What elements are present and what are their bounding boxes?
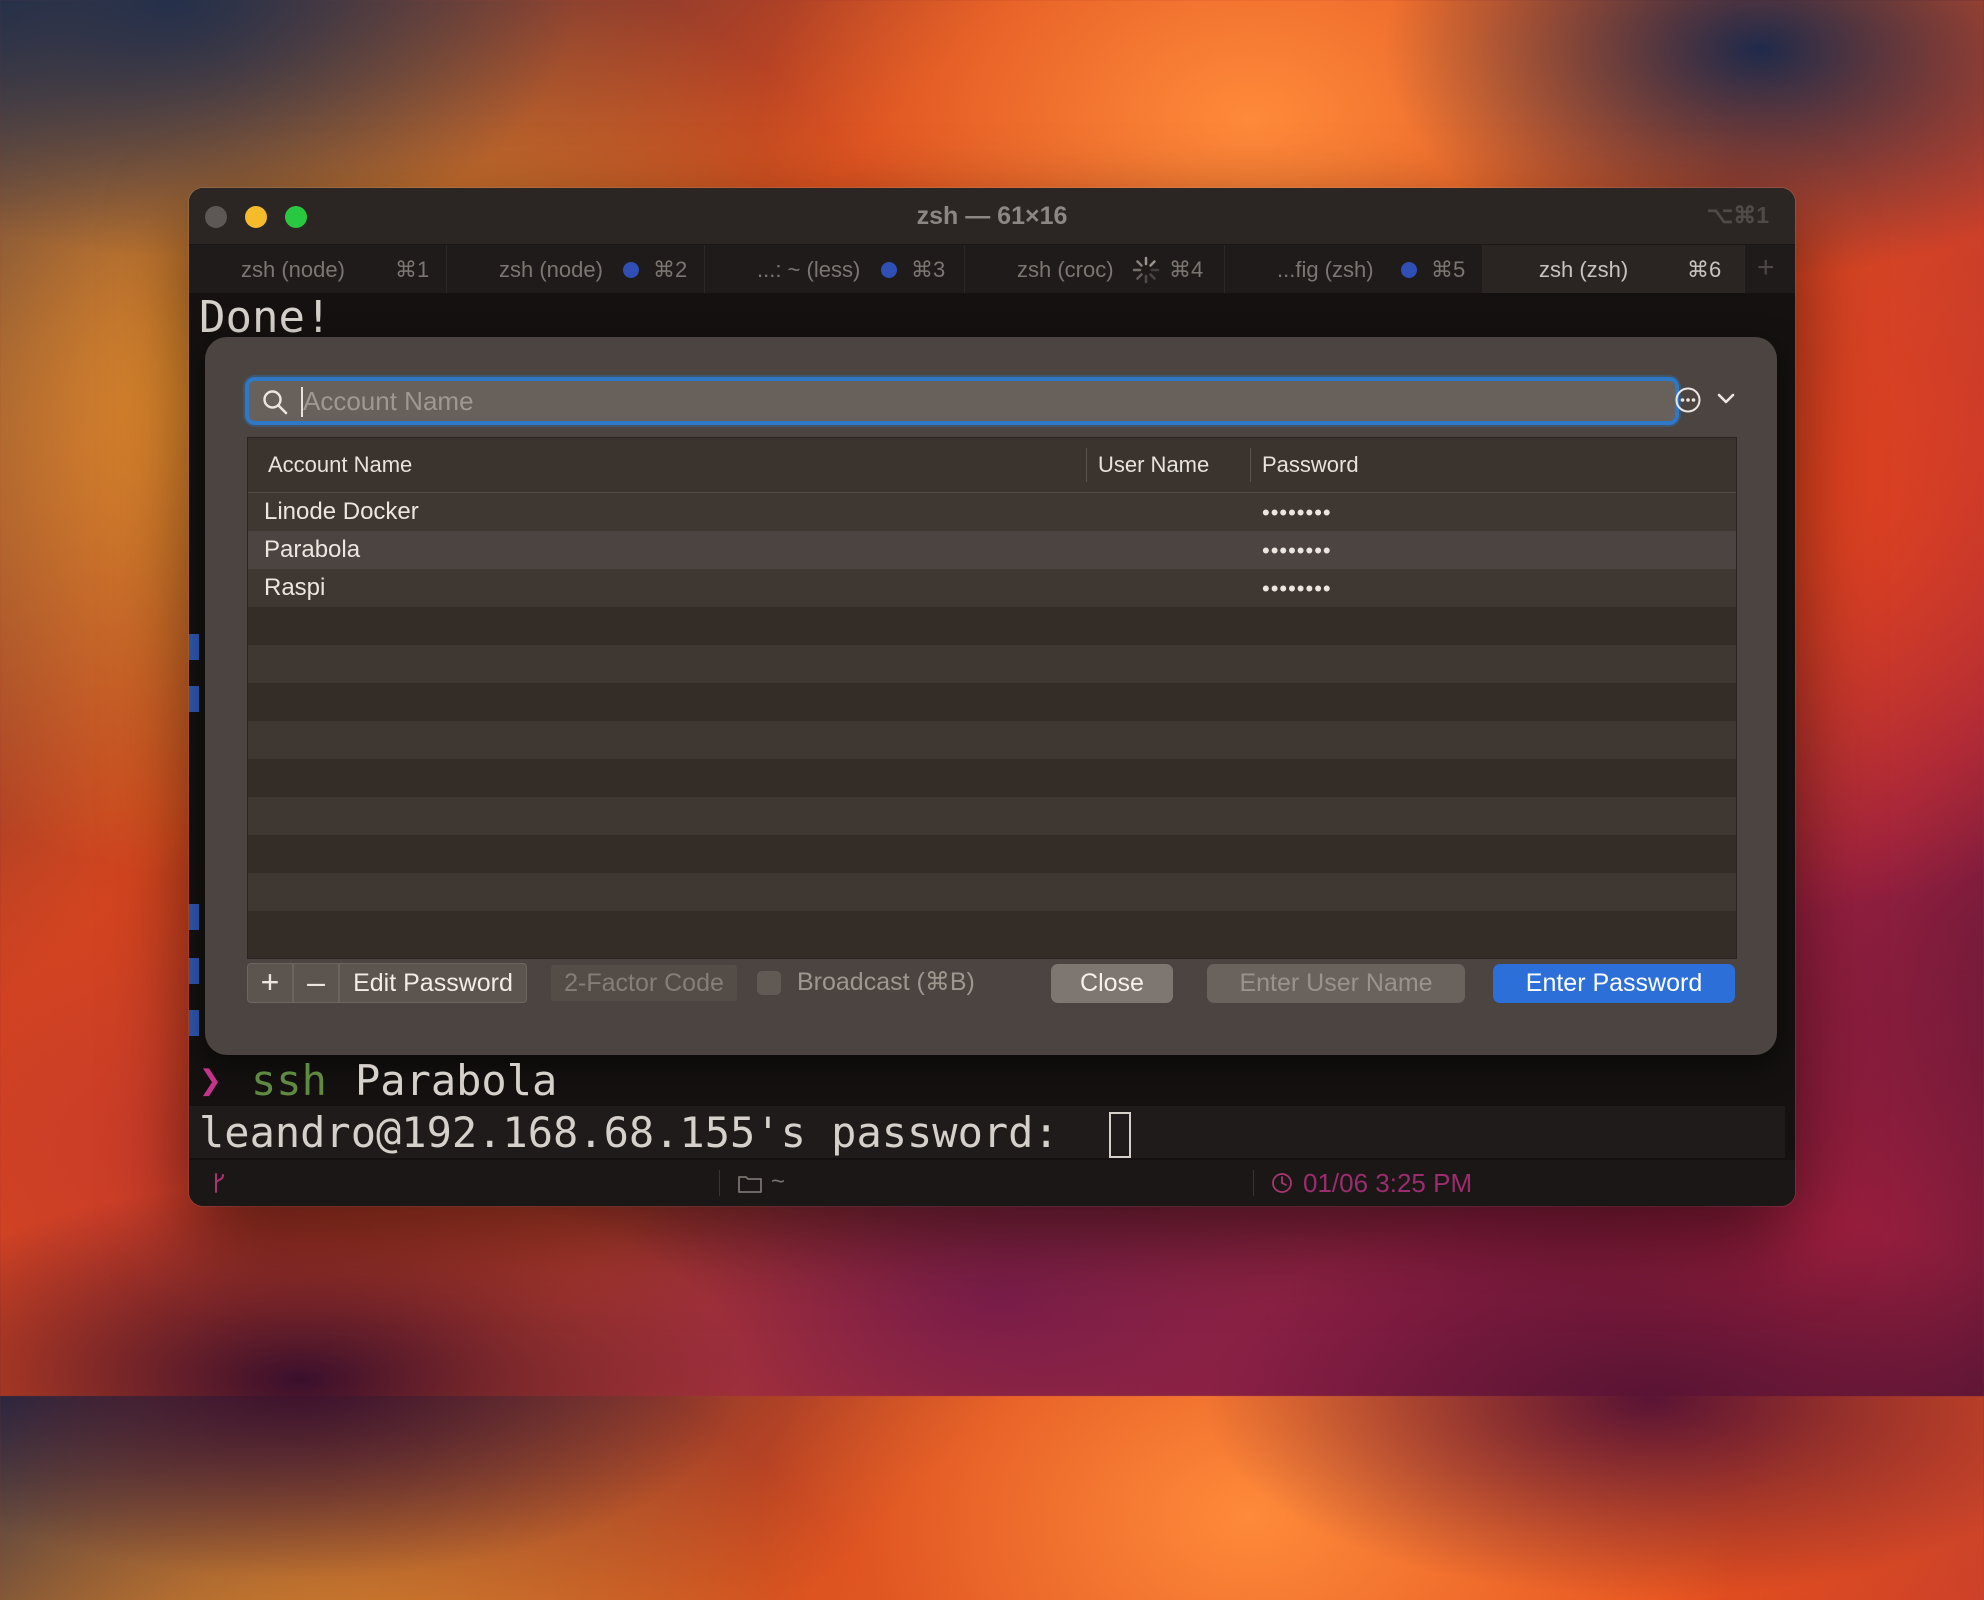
password-prompt-line[interactable]: leandro@192.168.68.155's password: — [189, 1106, 1785, 1158]
table-row[interactable]: Parabola •••••••• — [248, 531, 1736, 569]
tab-label: zsh (node) — [499, 257, 603, 282]
add-account-button[interactable]: + — [247, 963, 293, 1003]
tab-5[interactable]: ...fig (zsh) ⌘5 — [1225, 245, 1483, 293]
empty-row — [248, 797, 1736, 835]
column-divider[interactable] — [1250, 448, 1251, 482]
tab-2[interactable]: zsh (node) ⌘2 — [447, 245, 705, 293]
prompt-marker-icon — [189, 958, 199, 984]
prompt-marker-icon — [189, 904, 199, 930]
tab-3[interactable]: ...: ~ (less) ⌘3 — [705, 245, 965, 293]
tab-shortcut: ⌘1 — [395, 257, 430, 282]
column-header-account[interactable]: Account Name — [268, 452, 412, 478]
enter-password-button[interactable]: Enter Password — [1493, 964, 1735, 1003]
table-row[interactable]: Raspi •••••••• — [248, 569, 1736, 607]
password-prompt: leandro@192.168.68.155's password: — [199, 1108, 1085, 1157]
two-factor-code-button[interactable]: 2-Factor Code — [551, 965, 737, 1001]
status-divider — [1253, 1170, 1254, 1196]
window-title: zsh — 61×16 — [916, 202, 1068, 230]
spinner-icon — [1132, 256, 1160, 284]
activity-dot-icon — [623, 262, 639, 278]
ellipsis-circle-icon[interactable] — [1674, 386, 1702, 414]
folder-icon — [738, 1176, 762, 1193]
tab-4[interactable]: zsh (croc) ⌘4 — [965, 245, 1225, 293]
terminal-cursor — [1109, 1112, 1131, 1158]
broadcast-label: Broadcast (⌘B) — [797, 968, 975, 996]
password-cell: •••••••• — [1262, 538, 1332, 563]
plus-icon: + — [1757, 251, 1775, 284]
close-button[interactable]: Close — [1051, 964, 1173, 1003]
tab-label: ...: ~ (less) — [757, 257, 861, 282]
search-field[interactable] — [245, 377, 1679, 425]
tab-shortcut: ⌘6 — [1687, 257, 1722, 282]
broadcast-checkbox[interactable] — [757, 971, 781, 995]
terminal-output-line: Done! — [199, 292, 332, 343]
account-cell: Linode Docker — [264, 498, 419, 525]
accounts-table: Account Name User Name Password Linode D… — [247, 437, 1737, 959]
prompt-arrow-icon: ❯ — [199, 1058, 222, 1102]
empty-row — [248, 721, 1736, 759]
current-directory: ~ — [771, 1168, 786, 1195]
command-argument: Parabola — [355, 1056, 558, 1105]
activity-dot-icon — [1401, 262, 1417, 278]
remove-account-button[interactable]: – — [293, 963, 339, 1003]
add-tab-button[interactable]: + — [1745, 245, 1795, 293]
prompt-marker-icon — [189, 686, 199, 712]
tab-label: ...fig (zsh) — [1277, 257, 1374, 282]
activity-dot-icon — [881, 262, 897, 278]
window-shortcut: ⌥⌘1 — [1706, 202, 1769, 228]
tab-label: zsh (node) — [241, 257, 345, 282]
empty-row — [248, 911, 1736, 949]
tab-1[interactable]: zsh (node) ⌘1 — [189, 245, 447, 293]
table-row[interactable]: Linode Docker •••••••• — [248, 493, 1736, 531]
edit-password-button[interactable]: Edit Password — [339, 963, 527, 1003]
prompt-marker-icon — [189, 1010, 199, 1036]
empty-row — [248, 607, 1736, 645]
tab-shortcut: ⌘5 — [1431, 257, 1466, 282]
tab-shortcut: ⌘2 — [653, 257, 688, 282]
status-datetime: 01/06 3:25 PM — [1303, 1168, 1473, 1198]
account-cell: Parabola — [264, 536, 361, 563]
column-divider[interactable] — [1086, 448, 1087, 482]
git-branch-icon — [215, 1173, 224, 1193]
chevron-down-icon[interactable] — [1717, 392, 1735, 406]
tab-label: zsh (croc) — [1017, 257, 1114, 282]
empty-row — [248, 683, 1736, 721]
terminal-window: zsh — 61×16 ⌥⌘1 zsh (node) ⌘1 zsh (node)… — [189, 188, 1795, 1206]
enter-user-name-button[interactable]: Enter User Name — [1207, 964, 1465, 1003]
status-divider — [719, 1170, 720, 1196]
command-line: ❯ ssh Parabola — [189, 1056, 1795, 1105]
account-search-input[interactable] — [303, 383, 1643, 419]
column-header-user[interactable]: User Name — [1098, 452, 1209, 478]
empty-row — [248, 835, 1736, 873]
search-icon — [263, 390, 288, 415]
tab-shortcut: ⌘3 — [911, 257, 946, 282]
command-name: ssh — [251, 1056, 327, 1105]
account-cell: Raspi — [264, 574, 326, 601]
password-manager-sheet: Account Name User Name Password Linode D… — [205, 337, 1777, 1055]
column-header-password[interactable]: Password — [1262, 452, 1359, 478]
prompt-marker-icon — [189, 634, 199, 660]
password-cell: •••••••• — [1262, 500, 1332, 525]
empty-row — [248, 873, 1736, 911]
tab-label: zsh (zsh) — [1539, 257, 1629, 282]
tab-shortcut: ⌘4 — [1169, 257, 1204, 282]
title-bar[interactable]: zsh — 61×16 ⌥⌘1 — [189, 188, 1795, 245]
empty-row — [248, 645, 1736, 683]
clock-icon — [1272, 1173, 1292, 1193]
password-cell: •••••••• — [1262, 576, 1332, 601]
tab-6[interactable]: zsh (zsh) ⌘6 — [1483, 245, 1745, 293]
table-body: Linode Docker •••••••• Parabola ••••••••… — [248, 493, 1736, 949]
tab-bar: zsh (node) ⌘1 zsh (node) ⌘2 ...: ~ (less… — [189, 245, 1795, 293]
table-header: Account Name User Name Password — [248, 438, 1736, 493]
empty-row — [248, 759, 1736, 797]
status-bar: ~ 01/06 3:25 PM — [189, 1160, 1795, 1206]
